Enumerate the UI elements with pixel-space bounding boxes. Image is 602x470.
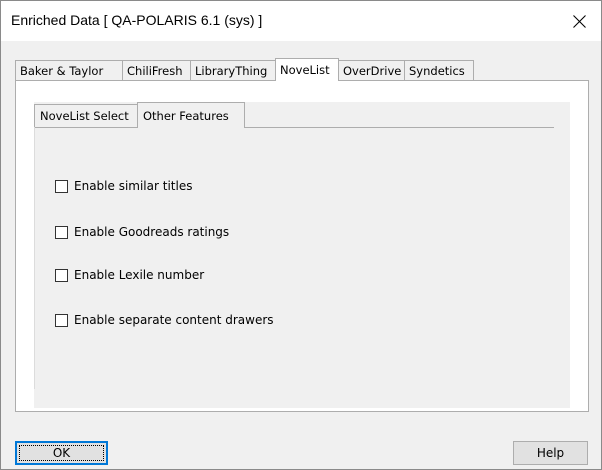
tab-label: ChiliFresh [127, 63, 183, 78]
focus-rectangle [19, 445, 104, 461]
tab-baker-taylor[interactable]: Baker & Taylor [15, 60, 123, 80]
option-lexile-number[interactable]: Enable Lexile number [55, 268, 204, 282]
tab-label: Other Features [143, 108, 229, 123]
tab-novelist[interactable]: NoveList [275, 58, 339, 81]
tab-label: NoveList Select [40, 109, 129, 123]
option-separate-content-drawers[interactable]: Enable separate content drawers [55, 313, 274, 327]
novelist-tab-panel: NoveList Select Other Features Enable si… [15, 80, 589, 412]
option-label: Enable Goodreads ratings [74, 225, 230, 239]
inner-tab-strip: NoveList Select Other Features [34, 102, 245, 128]
lexile-number-checkbox[interactable] [55, 268, 68, 282]
tab-other-features[interactable]: Other Features [137, 102, 245, 128]
close-button[interactable] [557, 1, 601, 41]
tab-librarything[interactable]: LibraryThing [190, 60, 276, 80]
tab-label: NoveList [280, 63, 330, 77]
close-icon [572, 14, 586, 28]
goodreads-ratings-checkbox[interactable] [55, 225, 68, 239]
option-label: Enable Lexile number [74, 268, 205, 282]
separate-content-drawers-checkbox[interactable] [55, 313, 68, 327]
tab-label: LibraryThing [195, 63, 268, 78]
outer-tab-strip: Baker & Taylor ChiliFresh LibraryThing N… [15, 58, 474, 81]
inner-tab-divider [34, 127, 554, 128]
option-label: Enable similar titles [74, 179, 193, 193]
similar-titles-checkbox[interactable] [55, 179, 68, 193]
tab-label: OverDrive [343, 63, 402, 78]
help-button-label: Help [536, 446, 565, 460]
dialog-window: Enriched Data [ QA-POLARIS 6.1 (sys) ] B… [0, 0, 602, 470]
inner-panel-area [34, 102, 570, 408]
help-button[interactable]: Help [513, 441, 588, 465]
tab-novelist-select[interactable]: NoveList Select [34, 104, 138, 127]
tab-overdrive[interactable]: OverDrive [338, 60, 405, 80]
tab-syndetics[interactable]: Syndetics [404, 60, 474, 80]
inner-panel-edge [34, 127, 35, 389]
ok-button[interactable]: OK [15, 441, 108, 465]
tab-label: Baker & Taylor [20, 63, 104, 78]
tab-label: Syndetics [409, 63, 465, 78]
title-bar: Enriched Data [ QA-POLARIS 6.1 (sys) ] [1, 1, 601, 41]
option-goodreads-ratings[interactable]: Enable Goodreads ratings [55, 225, 229, 239]
window-title: Enriched Data [ QA-POLARIS 6.1 (sys) ] [11, 12, 263, 28]
option-label: Enable separate content drawers [74, 313, 274, 327]
option-similar-titles[interactable]: Enable similar titles [55, 179, 192, 193]
tab-chilifresh[interactable]: ChiliFresh [122, 60, 191, 80]
